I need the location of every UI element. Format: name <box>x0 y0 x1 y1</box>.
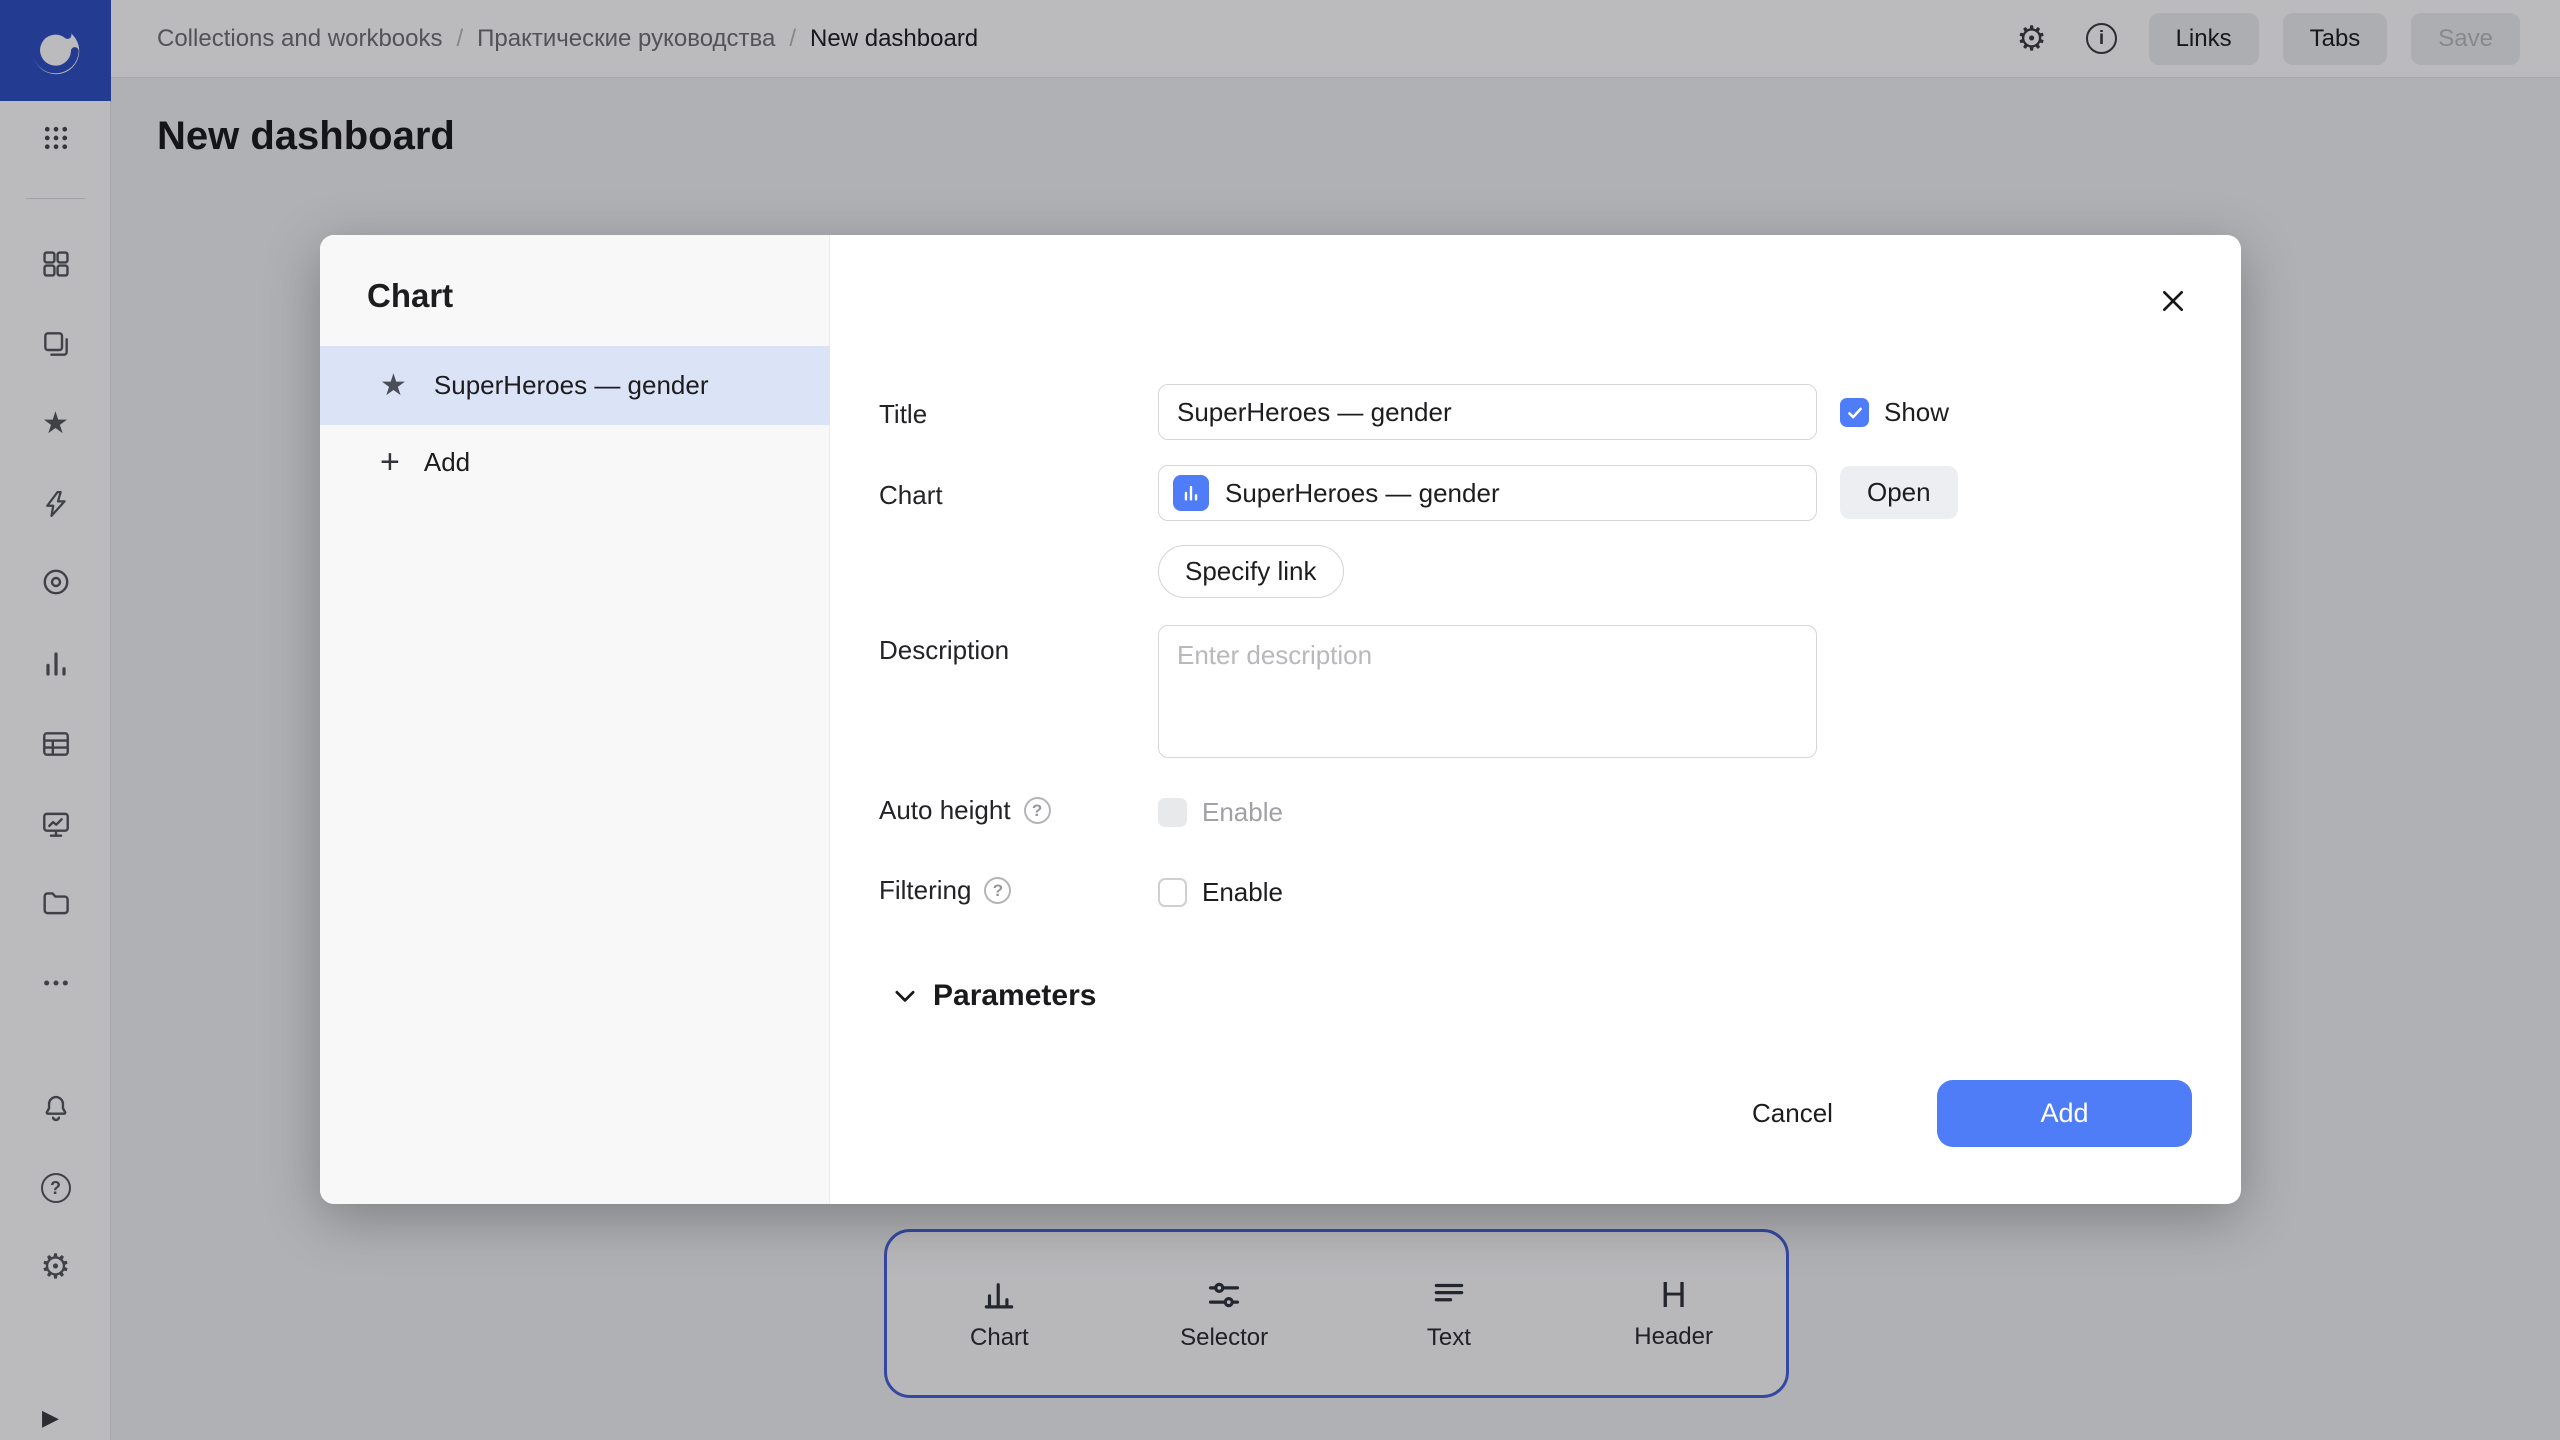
show-title-label: Show <box>1884 397 1949 428</box>
close-dialog-button[interactable] <box>2153 281 2193 321</box>
show-title-control: Show <box>1840 397 1949 428</box>
auto-height-label-text: Auto height <box>879 795 1011 826</box>
chart-widget-dialog: Chart ★ SuperHeroes — gender + Add Title <box>320 235 2241 1204</box>
dialog-form-panel: Title Show Chart <box>830 235 2241 1204</box>
filtering-checkbox[interactable] <box>1158 878 1187 907</box>
auto-height-help-icon[interactable]: ? <box>1024 797 1051 824</box>
filtering-control: Enable <box>1158 877 1283 908</box>
filtering-label-text: Filtering <box>879 875 971 906</box>
auto-height-control: Enable <box>1158 797 1283 828</box>
auto-height-enable-label: Enable <box>1202 797 1283 828</box>
show-title-checkbox[interactable] <box>1840 398 1869 427</box>
chart-list-item-label: SuperHeroes — gender <box>434 370 709 401</box>
cancel-button[interactable]: Cancel <box>1716 1083 1869 1143</box>
title-field-label: Title <box>879 399 927 430</box>
app-root: ★ <box>0 0 2560 1440</box>
chart-field-label: Chart <box>879 480 943 511</box>
add-chart-label: Add <box>424 447 470 478</box>
chevron-down-icon <box>890 981 920 1011</box>
chart-field-icon <box>1173 475 1209 511</box>
add-widget-button[interactable]: Add <box>1937 1080 2192 1147</box>
filtering-label: Filtering ? <box>879 875 1011 906</box>
plus-icon: + <box>380 445 400 479</box>
chart-field-label-text: Chart <box>879 480 943 511</box>
dialog-title: Chart <box>367 277 453 315</box>
auto-height-checkbox[interactable] <box>1158 798 1187 827</box>
filtering-enable-label: Enable <box>1202 877 1283 908</box>
description-field-label: Description <box>879 635 1009 666</box>
specify-link-button[interactable]: Specify link <box>1158 545 1344 598</box>
filtering-help-icon[interactable]: ? <box>984 877 1011 904</box>
close-icon <box>2157 285 2189 317</box>
add-chart-button[interactable]: + Add <box>320 432 830 492</box>
description-textarea[interactable] <box>1158 625 1817 758</box>
chart-list-item-selected[interactable]: ★ SuperHeroes — gender <box>320 346 830 425</box>
dialog-side-panel: Chart ★ SuperHeroes — gender + Add <box>320 235 830 1204</box>
check-icon <box>1846 404 1864 422</box>
description-field-label-text: Description <box>879 635 1009 666</box>
title-field-label-text: Title <box>879 399 927 430</box>
open-chart-button[interactable]: Open <box>1840 466 1958 519</box>
parameters-section-toggle[interactable]: Parameters <box>890 979 1096 1013</box>
parameters-label: Parameters <box>933 979 1096 1013</box>
chart-select-value: SuperHeroes — gender <box>1225 478 1500 509</box>
auto-height-label: Auto height ? <box>879 795 1051 826</box>
title-input[interactable] <box>1158 384 1817 440</box>
chart-select-field[interactable]: SuperHeroes — gender <box>1158 465 1817 521</box>
star-icon: ★ <box>380 371 407 401</box>
